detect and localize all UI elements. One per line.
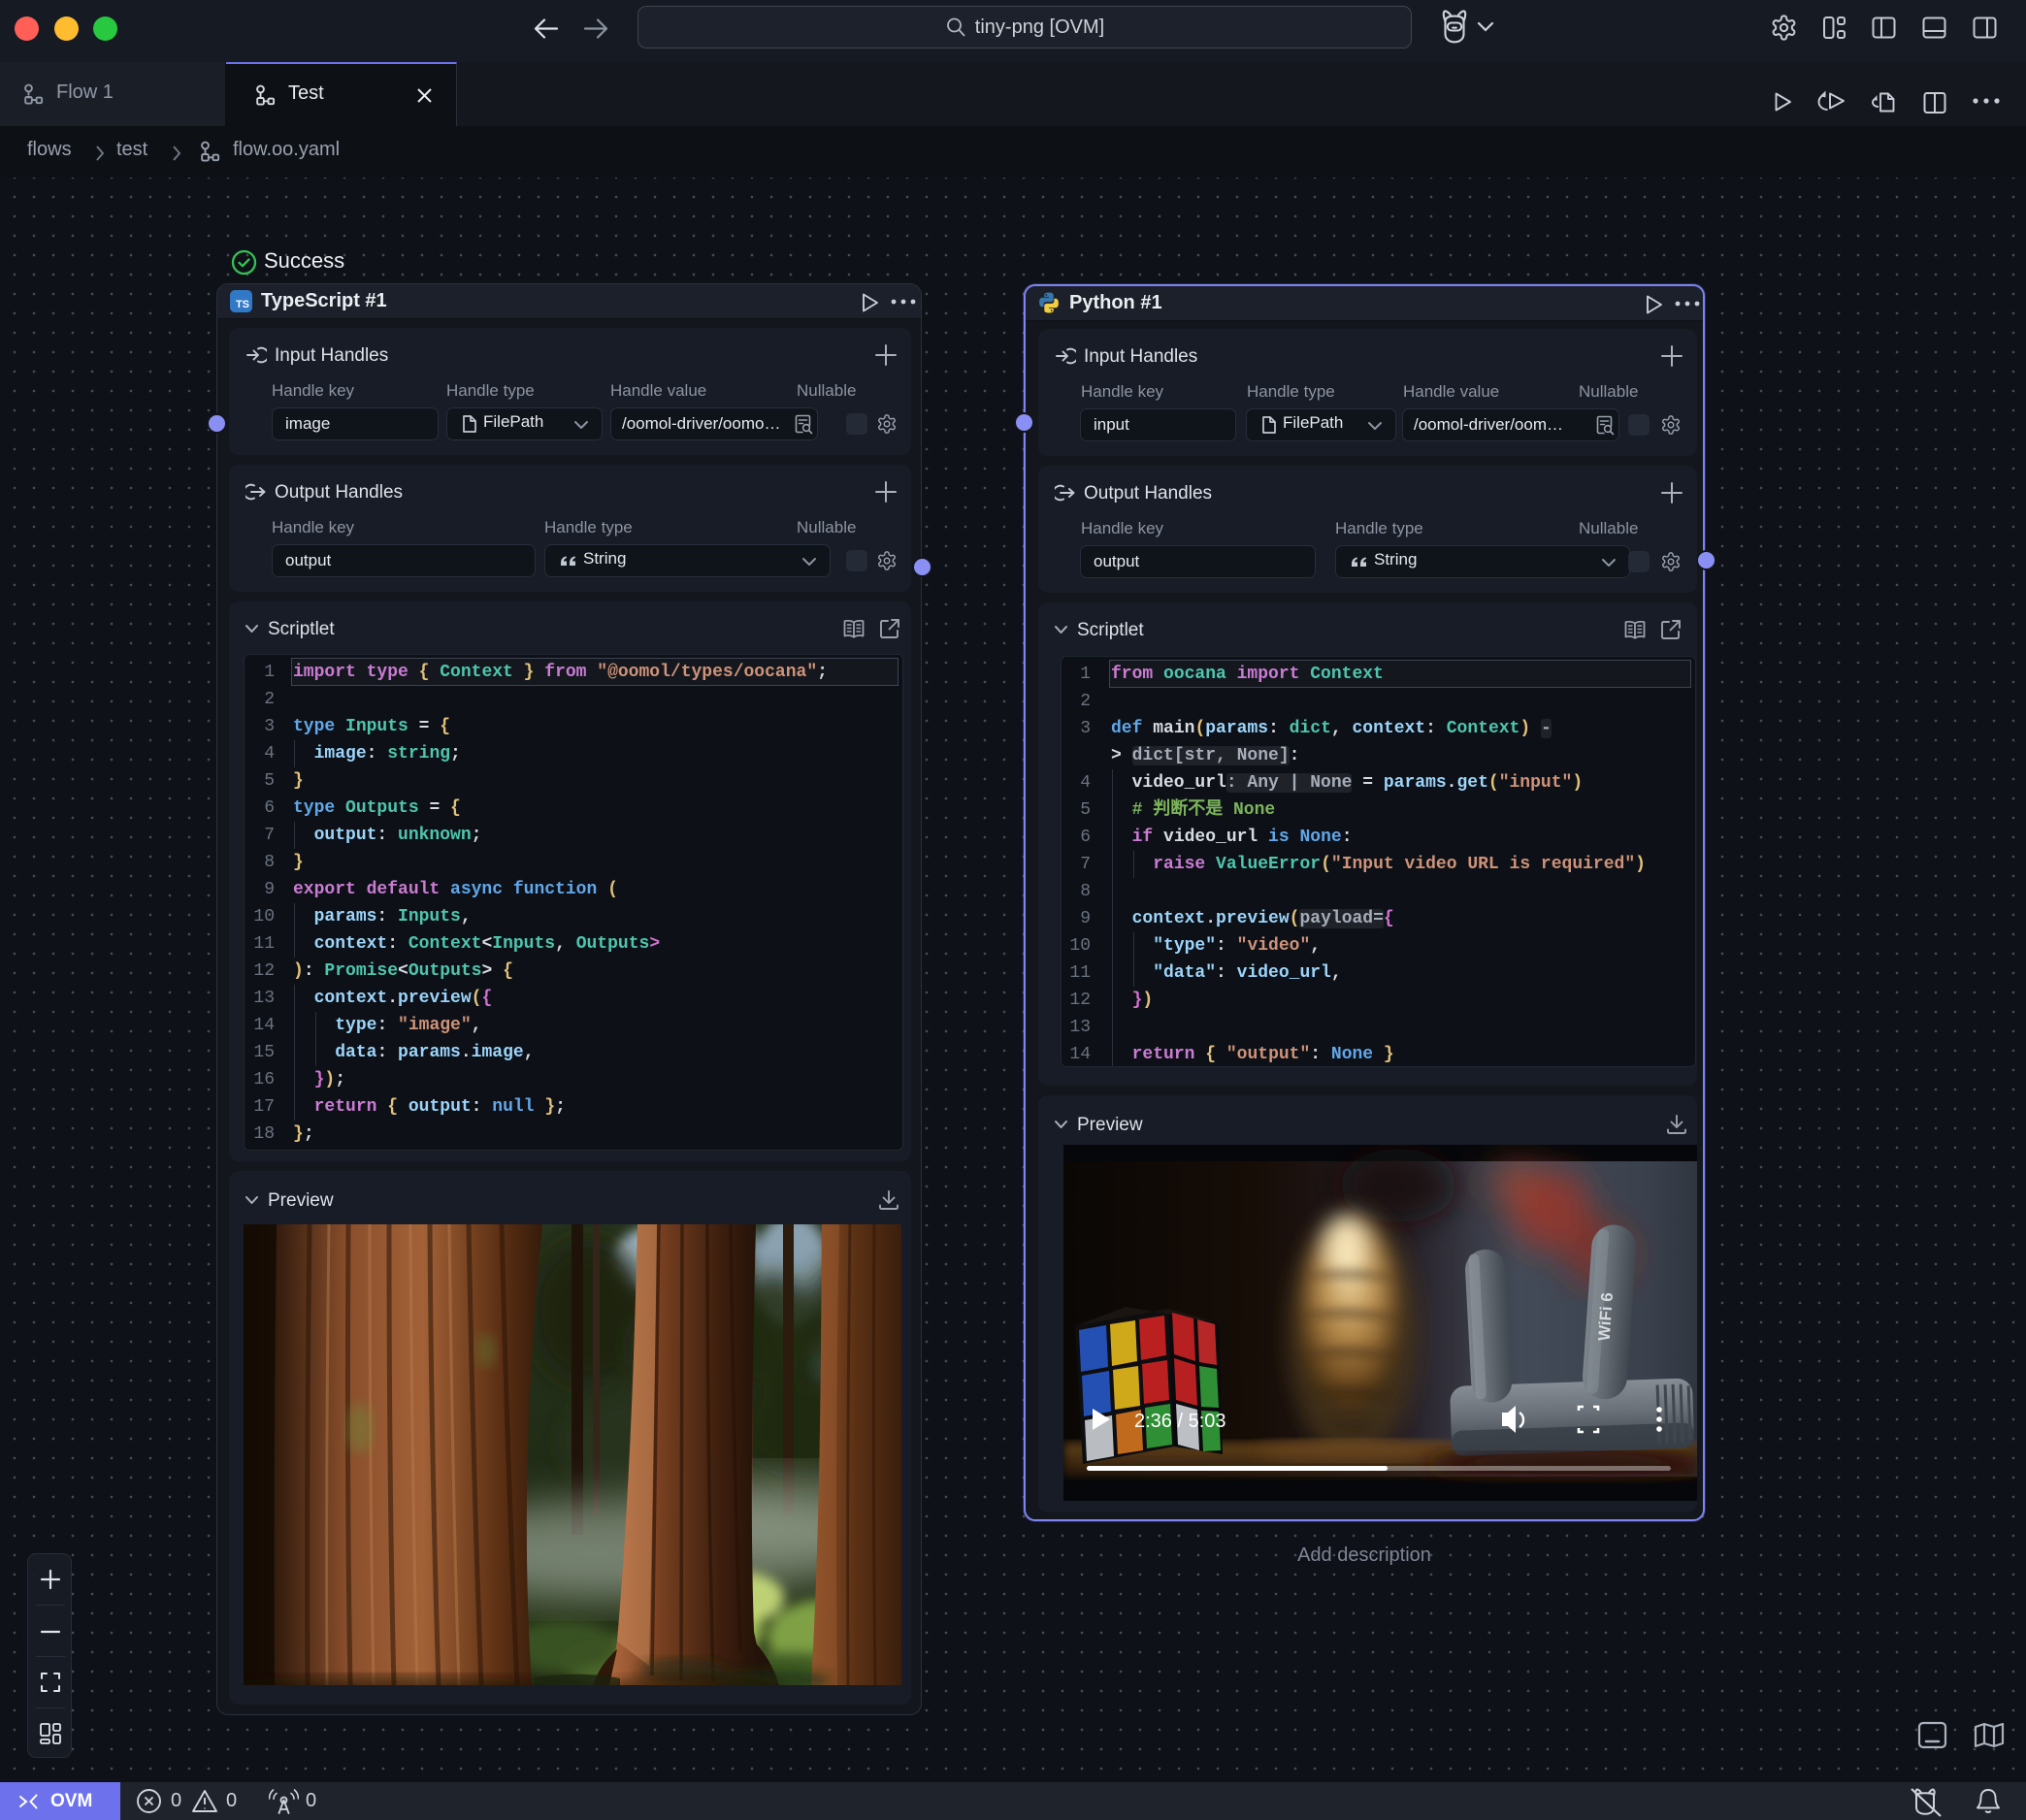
- svg-text:WiFi 6: WiFi 6: [1595, 1292, 1617, 1342]
- svg-text:2:36 / 5:03: 2:36 / 5:03: [1134, 1411, 1226, 1432]
